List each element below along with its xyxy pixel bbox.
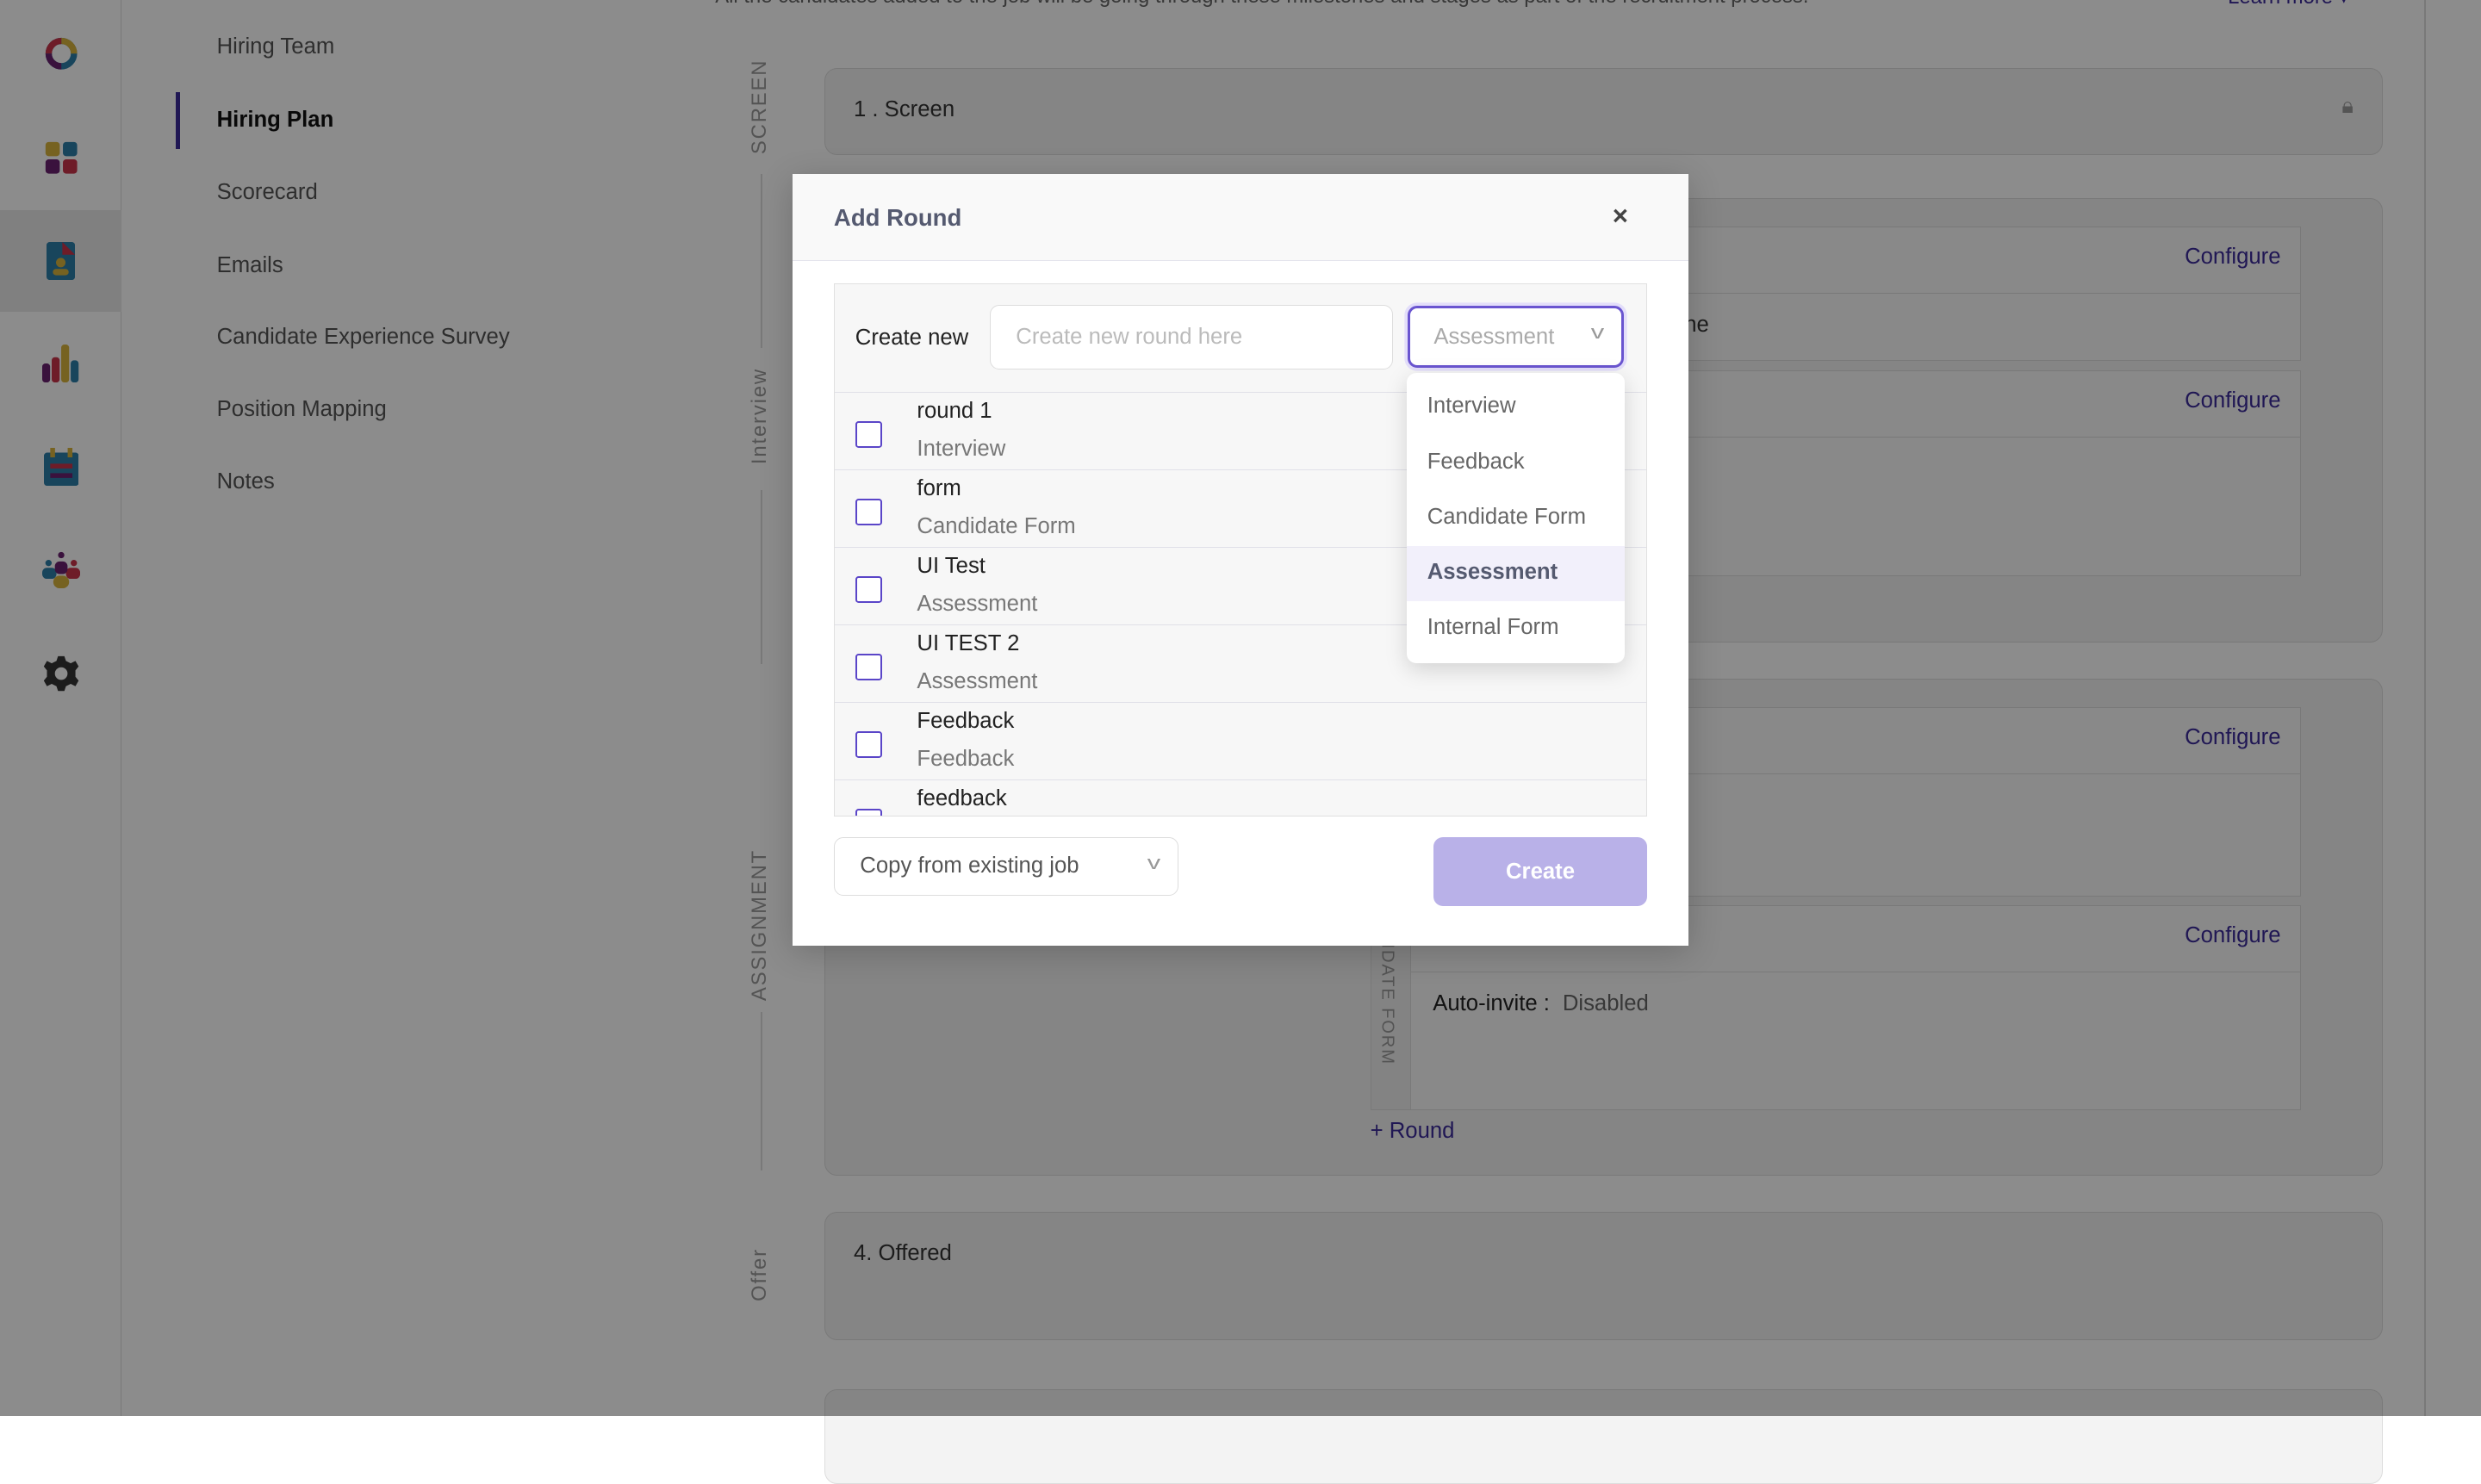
close-icon[interactable]: × — [1613, 201, 1628, 232]
chevron-down-icon: v — [1591, 321, 1605, 344]
modal-header: Add Round × — [793, 174, 1688, 262]
dropdown-option[interactable]: Assessment — [1406, 545, 1626, 601]
selected-type: Assessment — [1433, 324, 1555, 349]
round-type-select[interactable]: Assessment v — [1407, 306, 1625, 369]
round-name: UI Test — [917, 553, 986, 578]
round-checkbox[interactable] — [855, 808, 883, 816]
round-name: round 1 — [917, 398, 992, 423]
round-checkbox[interactable] — [855, 653, 883, 680]
dropdown-option[interactable]: Feedback — [1407, 435, 1625, 490]
copy-label: Copy from existing job — [860, 853, 1079, 878]
copy-from-job-select[interactable]: Copy from existing job v — [833, 836, 1179, 896]
dropdown-option[interactable]: Interview — [1407, 380, 1625, 435]
round-type: Assessment — [917, 669, 1038, 694]
round-checkbox[interactable] — [855, 498, 883, 525]
round-type: Assessment — [917, 592, 1038, 617]
create-new-label: Create new — [855, 325, 969, 350]
round-name: feedback — [917, 785, 1007, 810]
create-button[interactable]: Create — [1433, 836, 1647, 907]
round-list-item[interactable]: Feedback Feedback — [834, 701, 1646, 779]
round-checkbox[interactable] — [855, 420, 883, 448]
round-name: Feedback — [917, 708, 1015, 733]
round-name: form — [917, 475, 961, 500]
round-name: UI TEST 2 — [917, 630, 1020, 655]
dropdown-option[interactable]: Internal Form — [1407, 601, 1625, 656]
modal-title: Add Round — [833, 203, 962, 231]
dropdown-option[interactable]: Candidate Form — [1407, 490, 1625, 545]
round-type: Feedback — [917, 747, 1015, 772]
round-list-item[interactable]: feedback — [834, 779, 1646, 816]
round-type: Interview — [917, 437, 1006, 462]
round-type: Candidate Form — [917, 514, 1076, 539]
round-checkbox[interactable] — [855, 730, 883, 758]
round-type-dropdown: Interview Feedback Candidate Form Assessmen… — [1406, 373, 1626, 663]
round-checkbox[interactable] — [855, 575, 883, 603]
new-round-input[interactable] — [989, 304, 1394, 369]
chevron-down-icon: v — [1147, 852, 1161, 874]
